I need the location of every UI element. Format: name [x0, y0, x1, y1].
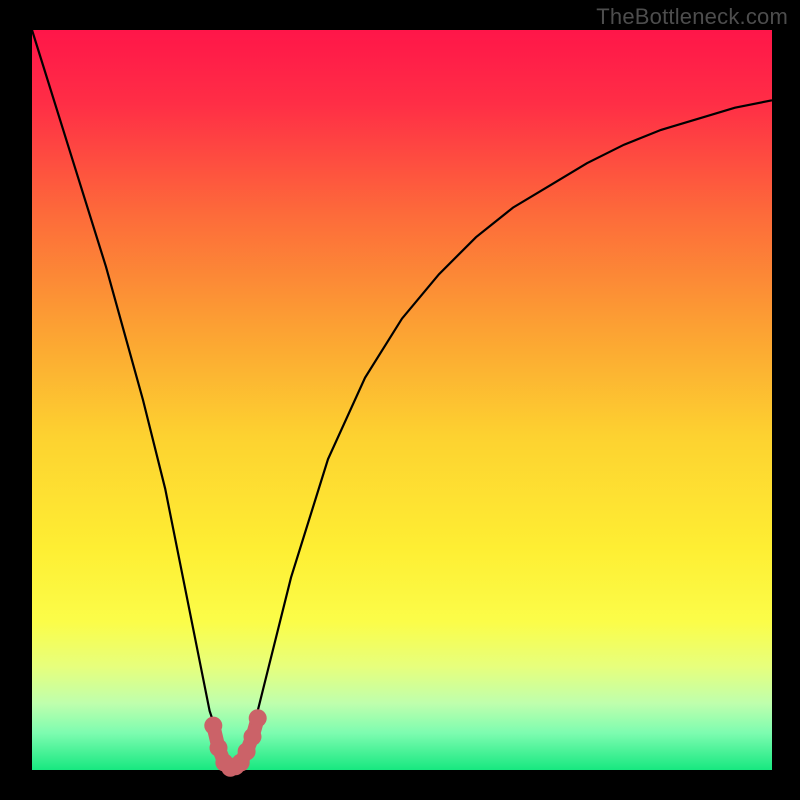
- optimal-point: [249, 709, 267, 727]
- chart-frame: TheBottleneck.com: [0, 0, 800, 800]
- optimal-point: [204, 717, 222, 735]
- watermark-text: TheBottleneck.com: [596, 4, 788, 30]
- bottleneck-chart: [0, 0, 800, 800]
- optimal-point: [244, 728, 262, 746]
